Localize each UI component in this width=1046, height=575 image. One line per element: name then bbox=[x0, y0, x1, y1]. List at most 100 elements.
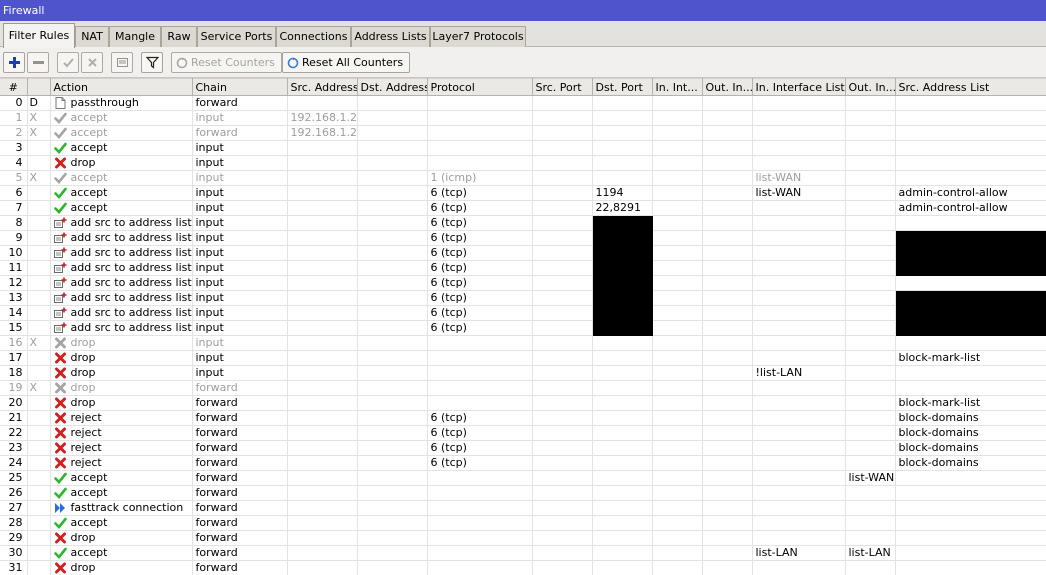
table-row[interactable]: 27 fasttrack connection forward bbox=[0, 500, 1046, 516]
column-header[interactable]: Dst. Port bbox=[592, 78, 653, 96]
table-row[interactable]: 30 accept forward list-LAN list-LAN bbox=[0, 545, 1046, 561]
rule-outif bbox=[702, 200, 753, 216]
column-header[interactable]: Out. In... bbox=[702, 78, 753, 96]
column-header[interactable]: Chain bbox=[192, 78, 288, 96]
column-header[interactable] bbox=[27, 78, 51, 96]
table-row[interactable]: 11 add src to address list input 6 (tcp) bbox=[0, 260, 1046, 276]
rule-outif bbox=[702, 170, 753, 186]
remove-button[interactable] bbox=[27, 52, 49, 73]
table-row[interactable]: 3 accept input bbox=[0, 140, 1046, 156]
table-row[interactable]: 18 drop input !list-LAN bbox=[0, 365, 1046, 381]
tab-filter-rules[interactable]: Filter Rules bbox=[3, 23, 75, 48]
rule-flag bbox=[27, 305, 51, 321]
rule-flag: X bbox=[27, 125, 51, 141]
rule-action: accept bbox=[50, 545, 193, 561]
table-row[interactable]: 2 Xaccept forward 192.168.1.2 bbox=[0, 125, 1046, 141]
reset-all-icon bbox=[287, 57, 299, 68]
rule-flag bbox=[27, 530, 51, 546]
add-button[interactable] bbox=[3, 52, 25, 73]
table-row[interactable]: 12 add src to address list input 6 (tcp) bbox=[0, 275, 1046, 291]
table-row[interactable]: 9 add src to address list input 6 (tcp) bbox=[0, 230, 1046, 246]
table-row[interactable]: 6 accept input 6 (tcp) 1194 list-WAN admin-con… bbox=[0, 185, 1046, 201]
table-row[interactable]: 8 add src to address list input 6 (tcp) bbox=[0, 215, 1046, 231]
rule-dst bbox=[357, 365, 428, 381]
column-header[interactable]: Action bbox=[50, 78, 193, 96]
rule-flag bbox=[27, 515, 51, 531]
rule-src bbox=[287, 470, 358, 486]
table-row[interactable]: 29 drop forward bbox=[0, 530, 1046, 546]
redacted-cell bbox=[592, 260, 653, 276]
rule-action: add src to address list bbox=[50, 275, 193, 291]
rule-inlist bbox=[752, 95, 846, 111]
column-header[interactable]: Src. Port bbox=[532, 78, 593, 96]
tab-mangle[interactable]: Mangle bbox=[109, 26, 161, 47]
rule-dst bbox=[357, 95, 428, 111]
tab-connections[interactable]: Connections bbox=[276, 26, 351, 47]
table-row[interactable]: 23 reject forward 6 (tcp) block-domains bbox=[0, 440, 1046, 456]
rule-src bbox=[287, 485, 358, 501]
filter-button[interactable] bbox=[141, 52, 163, 73]
table-row[interactable]: 21 reject forward 6 (tcp) block-domains bbox=[0, 410, 1046, 426]
enable-button[interactable] bbox=[57, 52, 79, 73]
rule-inlist bbox=[752, 290, 846, 306]
reset-all-counters-button[interactable]: Reset All Counters bbox=[282, 52, 411, 73]
rule-srclist bbox=[895, 365, 1046, 381]
table-row[interactable]: 13 add src to address list input 6 (tcp) bbox=[0, 290, 1046, 306]
tab-nat[interactable]: NAT bbox=[75, 26, 109, 47]
tab-service-ports[interactable]: Service Ports bbox=[197, 26, 276, 47]
table-row[interactable]: 25 accept forward list-WAN bbox=[0, 470, 1046, 486]
rule-chain: forward bbox=[192, 455, 288, 471]
column-header[interactable]: Out. In... bbox=[845, 78, 896, 96]
comment-button[interactable] bbox=[111, 52, 133, 73]
rule-chain: input bbox=[192, 200, 288, 216]
rule-action-label: drop bbox=[70, 381, 96, 394]
table-row[interactable]: 26 accept forward bbox=[0, 485, 1046, 501]
table-row[interactable]: 19 Xdrop forward bbox=[0, 380, 1046, 396]
rule-proto bbox=[427, 335, 533, 351]
table-row[interactable]: 10 add src to address list input 6 (tcp) bbox=[0, 245, 1046, 261]
column-header[interactable]: Dst. Address bbox=[357, 78, 428, 96]
table-row[interactable]: 15 add src to address list input 6 (tcp) bbox=[0, 320, 1046, 336]
column-header[interactable]: In. Int... bbox=[652, 78, 703, 96]
rule-inif bbox=[652, 170, 703, 186]
table-row[interactable]: 31 drop forward bbox=[0, 560, 1046, 575]
table-row[interactable]: 22 reject forward 6 (tcp) block-domains bbox=[0, 425, 1046, 441]
column-header[interactable]: # bbox=[0, 78, 28, 96]
disable-button[interactable] bbox=[81, 52, 103, 73]
tab-raw[interactable]: Raw bbox=[161, 26, 197, 47]
rule-chain: forward bbox=[192, 95, 288, 111]
column-header[interactable]: Src. Address List bbox=[895, 78, 1046, 96]
rule-dst bbox=[357, 350, 428, 366]
table-header: # Action Chain Src. Address Dst. Address Prot… bbox=[0, 78, 1046, 96]
accept-icon bbox=[53, 112, 67, 124]
table-row[interactable]: 24 reject forward 6 (tcp) block-domains bbox=[0, 455, 1046, 471]
rule-action: reject bbox=[50, 410, 193, 426]
rule-number: 27 bbox=[0, 500, 28, 516]
rule-flag bbox=[27, 350, 51, 366]
table-row[interactable]: 5 Xaccept input 1 (icmp) list-WAN bbox=[0, 170, 1046, 186]
rule-src bbox=[287, 545, 358, 561]
table-row[interactable]: 0 Dpassthrough forward bbox=[0, 95, 1046, 111]
rule-inif bbox=[652, 260, 703, 276]
table-row[interactable]: 28 accept forward bbox=[0, 515, 1046, 531]
table-row[interactable]: 20 drop forward block-mark-list bbox=[0, 395, 1046, 411]
rule-src bbox=[287, 260, 358, 276]
table-row[interactable]: 14 add src to address list input 6 (tcp) bbox=[0, 305, 1046, 321]
rule-src bbox=[287, 95, 358, 111]
column-header[interactable]: In. Interface List bbox=[752, 78, 846, 96]
rule-dst bbox=[357, 515, 428, 531]
column-header[interactable]: Protocol bbox=[427, 78, 533, 96]
rule-chain: forward bbox=[192, 545, 288, 561]
rule-proto: 6 (tcp) bbox=[427, 305, 533, 321]
table-row[interactable]: 4 drop input bbox=[0, 155, 1046, 171]
column-header[interactable]: Src. Address bbox=[287, 78, 358, 96]
rule-outif bbox=[702, 260, 753, 276]
table-row[interactable]: 17 drop input block-mark-list bbox=[0, 350, 1046, 366]
table-row[interactable]: 16 Xdrop input bbox=[0, 335, 1046, 351]
table-row[interactable]: 7 accept input 6 (tcp) 22,8291 admin-control-… bbox=[0, 200, 1046, 216]
table-row[interactable]: 1 Xaccept input 192.168.1.2 bbox=[0, 110, 1046, 126]
reset-counters-button[interactable]: Reset Counters bbox=[171, 52, 282, 73]
tab-layer7-protocols[interactable]: Layer7 Protocols bbox=[430, 26, 526, 47]
tab-address-lists[interactable]: Address Lists bbox=[351, 26, 430, 47]
rule-src: 192.168.1.2 bbox=[287, 125, 358, 141]
